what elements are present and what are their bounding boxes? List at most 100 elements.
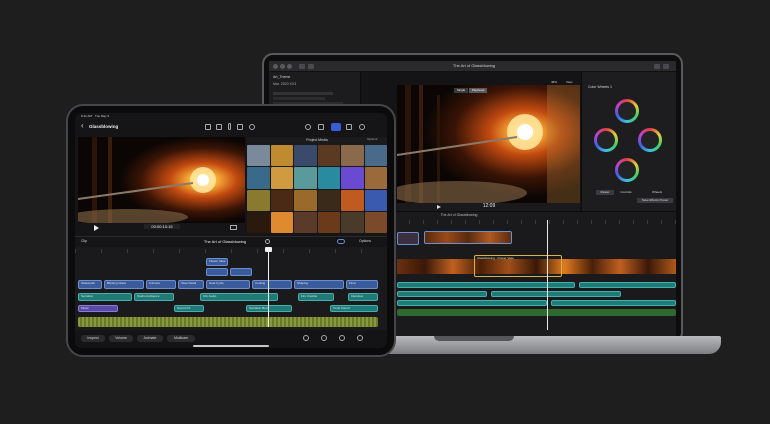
ip-audio-clip[interactable]: Kiln Audio <box>200 293 278 301</box>
mb-inspector-view-label[interactable]: Wheels <box>652 190 672 194</box>
media-thumbnail[interactable] <box>341 145 364 167</box>
mb-share-icon[interactable] <box>654 64 660 69</box>
media-thumbnail[interactable] <box>247 211 270 233</box>
ip-camera-icon[interactable] <box>205 124 211 130</box>
ip-clip[interactable]: Final <box>346 280 378 289</box>
ip-link-icon[interactable] <box>337 239 345 244</box>
mb-import-icon[interactable] <box>299 64 305 69</box>
mb-viewer[interactable] <box>397 85 580 203</box>
ip-music-clip[interactable] <box>78 317 378 327</box>
ip-inspect-button[interactable]: Inspect <box>81 335 105 342</box>
mb-audio-clip[interactable] <box>551 300 676 306</box>
ip-clip[interactable]: Cooling <box>252 280 292 289</box>
mb-color-wheel-highlights[interactable] <box>615 158 639 182</box>
mb-layout-icon[interactable] <box>663 64 669 69</box>
ip-mic-icon[interactable] <box>228 123 231 130</box>
mb-audio-clip[interactable] <box>397 291 487 297</box>
mb-selected-clip[interactable]: Glassblowing - Flower Vase <box>474 255 562 277</box>
ip-browser-icon[interactable] <box>331 123 341 131</box>
ip-audio-clip[interactable]: Music <box>78 305 118 312</box>
ip-clip[interactable]: Vase Detail <box>178 280 204 289</box>
ip-clip[interactable]: Flower Vase <box>206 258 228 266</box>
media-thumbnail[interactable] <box>317 167 340 189</box>
media-thumbnail[interactable] <box>317 145 340 167</box>
media-thumbnail[interactable] <box>317 211 340 233</box>
media-thumbnail[interactable] <box>341 189 364 211</box>
ip-delete-icon[interactable] <box>321 335 327 341</box>
ip-clip[interactable]: Glasswork <box>78 280 102 289</box>
media-thumbnail[interactable] <box>294 189 317 211</box>
ip-clip[interactable]: Shaping <box>294 280 344 289</box>
mb-viewer-view-menu[interactable]: View <box>566 80 578 84</box>
ip-back-icon[interactable]: ‹ <box>81 122 87 130</box>
mb-library-name[interactable]: Art_Theme <box>273 75 353 79</box>
ip-play-icon[interactable] <box>94 225 99 231</box>
ip-split-icon[interactable] <box>303 335 309 341</box>
ip-audio-clip[interactable]: Fire Crackle <box>298 293 334 301</box>
ip-undo-icon[interactable] <box>339 335 345 341</box>
ip-timeline[interactable]: Flower Vase Glasswork Blowing Glass Furn… <box>75 247 387 330</box>
mb-audio-clip[interactable] <box>397 282 575 288</box>
ip-inspector-icon[interactable] <box>346 124 352 130</box>
ip-browser-options[interactable]: Options <box>367 137 387 141</box>
ip-volume-button[interactable]: Volume <box>109 335 133 342</box>
ip-animate-button[interactable]: Animate <box>137 335 163 342</box>
ip-redo-icon[interactable] <box>357 335 363 341</box>
mb-playhead[interactable] <box>547 220 548 330</box>
ip-multicam-button[interactable]: Multicam <box>167 335 195 342</box>
ip-playhead[interactable] <box>268 247 269 327</box>
mb-audio-clip[interactable] <box>491 291 621 297</box>
ip-clip[interactable] <box>230 268 252 276</box>
media-thumbnail[interactable] <box>294 211 317 233</box>
mb-viewer-single-button[interactable]: Single <box>454 88 468 93</box>
mb-inspector-preset-button[interactable]: Save Effects Preset <box>637 198 673 203</box>
mb-window-close-icon[interactable] <box>273 64 278 69</box>
ip-audio-clip[interactable]: Narration <box>78 293 132 301</box>
mb-color-wheel-global[interactable] <box>615 99 639 123</box>
mb-play-icon[interactable] <box>437 205 441 209</box>
ip-viewer[interactable] <box>78 137 245 223</box>
mb-color-wheel-midtones[interactable] <box>638 128 662 152</box>
media-thumbnail[interactable] <box>364 145 387 167</box>
media-thumbnail[interactable] <box>247 145 270 167</box>
ip-audio-clip[interactable]: Narration Bed <box>246 305 292 312</box>
ip-audio-clip[interactable]: Interview <box>348 293 378 301</box>
ip-photos-icon[interactable] <box>216 124 222 130</box>
ip-timeline-left-label[interactable]: Clip <box>81 239 101 243</box>
media-thumbnail[interactable] <box>364 189 387 211</box>
ip-clip[interactable]: Blowing Glass <box>104 280 144 289</box>
media-thumbnail[interactable] <box>270 145 293 167</box>
mb-event-label[interactable]: Mar. 2020 XX3 <box>273 82 353 86</box>
ip-history-icon[interactable] <box>305 124 311 130</box>
media-thumbnail[interactable] <box>317 189 340 211</box>
mb-audio-clip[interactable] <box>579 282 676 288</box>
mb-viewer-zoom[interactable]: 48% <box>551 80 563 84</box>
ip-clip[interactable] <box>206 268 228 276</box>
media-thumbnail[interactable] <box>270 167 293 189</box>
mb-inspector-tab-controls[interactable]: Controls <box>616 190 636 195</box>
media-thumbnail[interactable] <box>270 189 293 211</box>
ip-clip[interactable]: Furnace <box>146 280 176 289</box>
ip-effects-icon[interactable] <box>318 124 324 130</box>
mb-music-clip[interactable] <box>397 309 676 316</box>
media-thumbnail[interactable] <box>341 167 364 189</box>
ip-settings-icon[interactable] <box>249 124 255 130</box>
media-thumbnail[interactable] <box>341 211 364 233</box>
ip-clip[interactable]: Heat Cycle <box>206 280 250 289</box>
mb-window-zoom-icon[interactable] <box>287 64 292 69</box>
media-thumbnail[interactable] <box>270 211 293 233</box>
ip-playhead-handle[interactable] <box>265 247 272 252</box>
mb-keyword-icon[interactable] <box>308 64 314 69</box>
ip-info-icon[interactable] <box>265 239 270 244</box>
media-thumbnail[interactable] <box>294 145 317 167</box>
ip-share-icon[interactable] <box>237 124 243 130</box>
mb-color-wheel-shadows[interactable] <box>594 128 618 152</box>
ip-audio-clip[interactable]: Sound FX <box>174 305 204 312</box>
ip-more-icon[interactable] <box>359 124 365 130</box>
mb-audio-clip[interactable] <box>397 300 547 306</box>
mb-inspector-tab-master[interactable]: Master <box>596 190 614 195</box>
ip-audio-clip[interactable]: Tools Sound <box>330 305 378 312</box>
ip-audio-clip[interactable]: Studio Ambience <box>134 293 174 301</box>
media-thumbnail[interactable] <box>247 189 270 211</box>
media-thumbnail[interactable] <box>364 167 387 189</box>
